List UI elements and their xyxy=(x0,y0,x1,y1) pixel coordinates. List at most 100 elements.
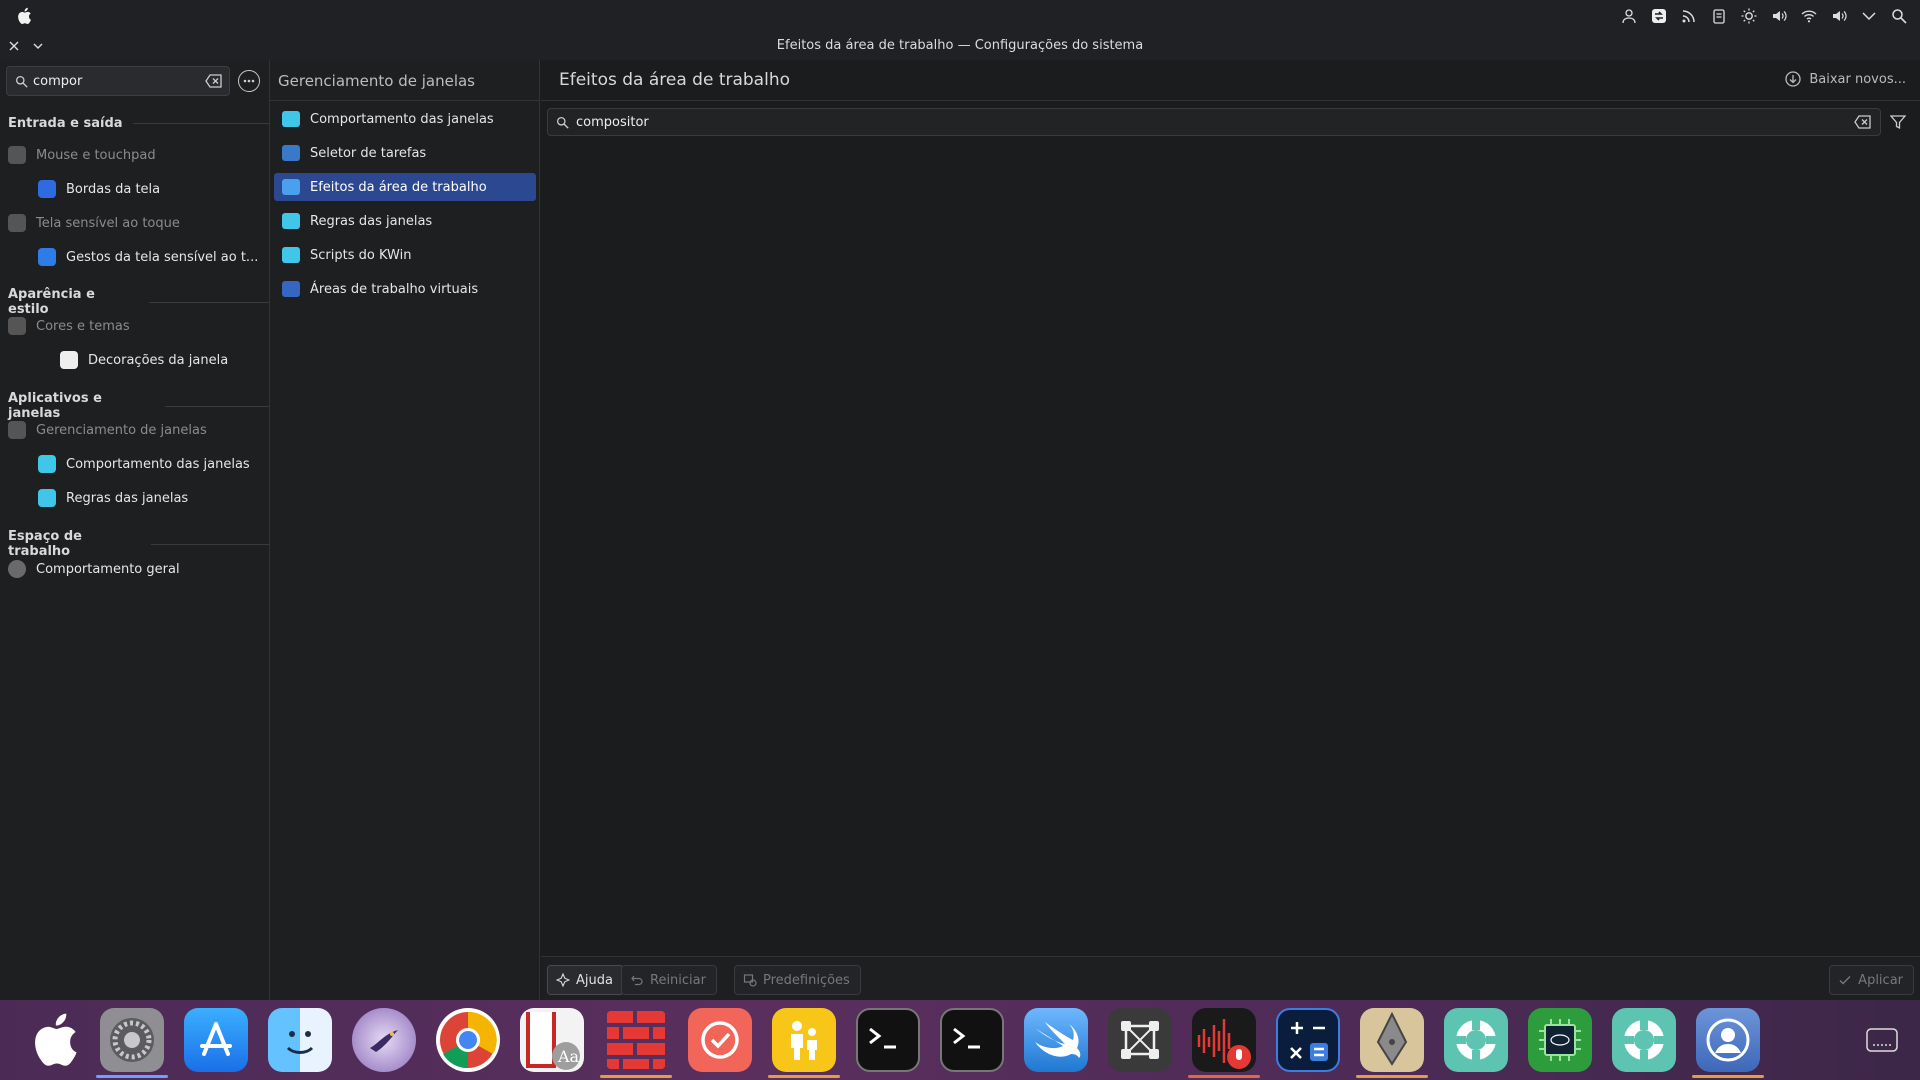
user-icon[interactable] xyxy=(1616,3,1642,29)
sidebar-search-value: compor xyxy=(33,73,83,89)
subcategory-item-window-behavior[interactable]: Comportamento das janelas xyxy=(274,105,536,133)
sidebar-item-colors-themes[interactable]: Cores e temas xyxy=(8,314,130,338)
apple-logo-icon[interactable] xyxy=(16,7,32,25)
defaults-icon xyxy=(743,974,757,987)
window-decoration-icon xyxy=(60,351,78,369)
gear-icon xyxy=(8,560,26,578)
sidebar-item-touchscreen[interactable]: Tela sensível ao toque xyxy=(8,211,180,235)
reset-button[interactable]: Reiniciar xyxy=(621,965,717,995)
voice-recorder-icon[interactable] xyxy=(1192,1008,1256,1072)
svg-text:Aa: Aa xyxy=(557,1047,580,1066)
terminal-icon[interactable] xyxy=(856,1008,920,1072)
subcategory-item-desktop-effects[interactable]: Efeitos da área de trabalho xyxy=(274,173,536,201)
dock: Aa xyxy=(0,1000,1920,1080)
apple-icon[interactable] xyxy=(22,1008,86,1072)
user-accounts-icon[interactable] xyxy=(1696,1008,1760,1072)
sidebar-item-window-rules[interactable]: Regras das janelas xyxy=(38,486,188,510)
defaults-button[interactable]: Predefinições xyxy=(734,965,861,995)
subcategory-item-window-rules[interactable]: Regras das janelas xyxy=(274,207,536,235)
brightness-icon[interactable] xyxy=(1736,3,1762,29)
system-settings-icon[interactable] xyxy=(100,1008,164,1072)
section-heading: Aparência e estilo xyxy=(8,287,269,317)
settings-window: compor Entrada e saída Mouse e touchpad … xyxy=(0,60,1920,1000)
section-heading: Entrada e saída xyxy=(8,116,269,131)
window-icon xyxy=(282,111,300,127)
effects-list xyxy=(547,142,1914,934)
desktop-effects-icon xyxy=(282,179,300,195)
chevron-down-icon[interactable] xyxy=(1856,3,1882,29)
system-tray xyxy=(1616,0,1912,32)
download-new-button[interactable]: Baixar novos... xyxy=(1785,71,1906,87)
filter-icon[interactable] xyxy=(1890,114,1906,130)
window-icon xyxy=(282,213,300,229)
effects-search-value: compositor xyxy=(576,114,649,130)
intel-chip-icon[interactable] xyxy=(1528,1008,1592,1072)
lifebuoy-icon[interactable] xyxy=(1444,1008,1508,1072)
section-heading: Aplicativos e janelas xyxy=(8,391,269,421)
effects-search-input[interactable]: compositor xyxy=(547,108,1881,136)
running-indicator xyxy=(1356,1075,1428,1078)
subcategory-item-virtual-desktops[interactable]: Áreas de trabalho virtuais xyxy=(274,275,536,303)
bird-browser-icon[interactable] xyxy=(352,1008,416,1072)
speaker-icon[interactable] xyxy=(1826,3,1852,29)
divider xyxy=(270,100,540,101)
window-icon xyxy=(282,247,300,263)
vector-app-icon[interactable] xyxy=(1108,1008,1172,1072)
chrome-icon[interactable] xyxy=(436,1008,500,1072)
clear-icon[interactable] xyxy=(205,74,223,88)
check-icon xyxy=(1839,976,1851,985)
subcategory-item-kwin-scripts[interactable]: Scripts do KWin xyxy=(274,241,536,269)
calculator-icon[interactable] xyxy=(1276,1008,1340,1072)
screen-edges-icon xyxy=(38,180,56,198)
sidebar-item-window-management[interactable]: Gerenciamento de janelas xyxy=(8,418,207,442)
running-indicator xyxy=(768,1075,840,1078)
clear-icon[interactable] xyxy=(1854,115,1872,129)
search-icon[interactable] xyxy=(1886,3,1912,29)
search-icon xyxy=(15,75,28,88)
window-management-icon xyxy=(8,421,26,439)
page-title: Efeitos da área de trabalho xyxy=(559,70,790,90)
sidebar-item-touch-gestures[interactable]: Gestos da tela sensível ao t... xyxy=(38,245,258,269)
help-button[interactable]: Ajuda xyxy=(547,965,624,995)
running-indicator xyxy=(1692,1075,1764,1078)
running-indicator xyxy=(600,1075,672,1078)
tasks-icon[interactable] xyxy=(688,1008,752,1072)
rss-icon[interactable] xyxy=(1676,3,1702,29)
sidebar-search-input[interactable]: compor xyxy=(6,66,230,96)
window-title: Efeitos da área de trabalho — Configuraç… xyxy=(776,38,1144,53)
app-store-icon[interactable] xyxy=(184,1008,248,1072)
subcategory-header: Gerenciamento de janelas xyxy=(278,72,475,90)
terminal-2-icon[interactable] xyxy=(940,1008,1004,1072)
wifi-icon[interactable] xyxy=(1796,3,1822,29)
sidebar-item-window-behavior[interactable]: Comportamento das janelas xyxy=(38,452,250,476)
virtual-desktops-icon xyxy=(282,281,300,297)
active-indicator xyxy=(96,1075,168,1078)
sidebar-item-screen-edges[interactable]: Bordas da tela xyxy=(38,177,160,201)
brick-app-icon[interactable] xyxy=(604,1008,668,1072)
more-options-icon[interactable] xyxy=(238,70,260,92)
menu-icon[interactable] xyxy=(1862,1020,1902,1060)
apply-button[interactable]: Aplicar xyxy=(1829,965,1914,995)
task-switcher-icon xyxy=(282,145,300,161)
pen-tool-icon[interactable] xyxy=(1360,1008,1424,1072)
family-icon[interactable] xyxy=(772,1008,836,1072)
running-indicator xyxy=(1188,1075,1260,1078)
sidebar-item-mouse-touchpad[interactable]: Mouse e touchpad xyxy=(8,143,156,167)
clipboard-icon[interactable] xyxy=(1706,3,1732,29)
subcategory-item-task-switcher[interactable]: Seletor de tarefas xyxy=(274,139,536,167)
window-icon xyxy=(38,489,56,507)
volume-icon[interactable] xyxy=(1766,3,1792,29)
finder-icon[interactable] xyxy=(268,1008,332,1072)
swift-icon[interactable] xyxy=(1024,1008,1088,1072)
download-icon xyxy=(1785,71,1801,87)
main-content: Efeitos da área de trabalho Baixar novos… xyxy=(541,60,1920,1000)
sidebar-item-window-decorations[interactable]: Decorações da janela xyxy=(60,348,228,372)
dictionary-icon[interactable]: Aa xyxy=(520,1008,584,1072)
footer-bar: Ajuda Reiniciar Predefinições Aplicar xyxy=(541,956,1920,1000)
brush-icon xyxy=(8,317,26,335)
lifebuoy-2-icon[interactable] xyxy=(1612,1008,1676,1072)
window-icon xyxy=(38,455,56,473)
screen-share-icon[interactable] xyxy=(1646,3,1672,29)
sidebar-item-general-behavior[interactable]: Comportamento geral xyxy=(8,557,180,581)
search-icon xyxy=(556,116,569,129)
